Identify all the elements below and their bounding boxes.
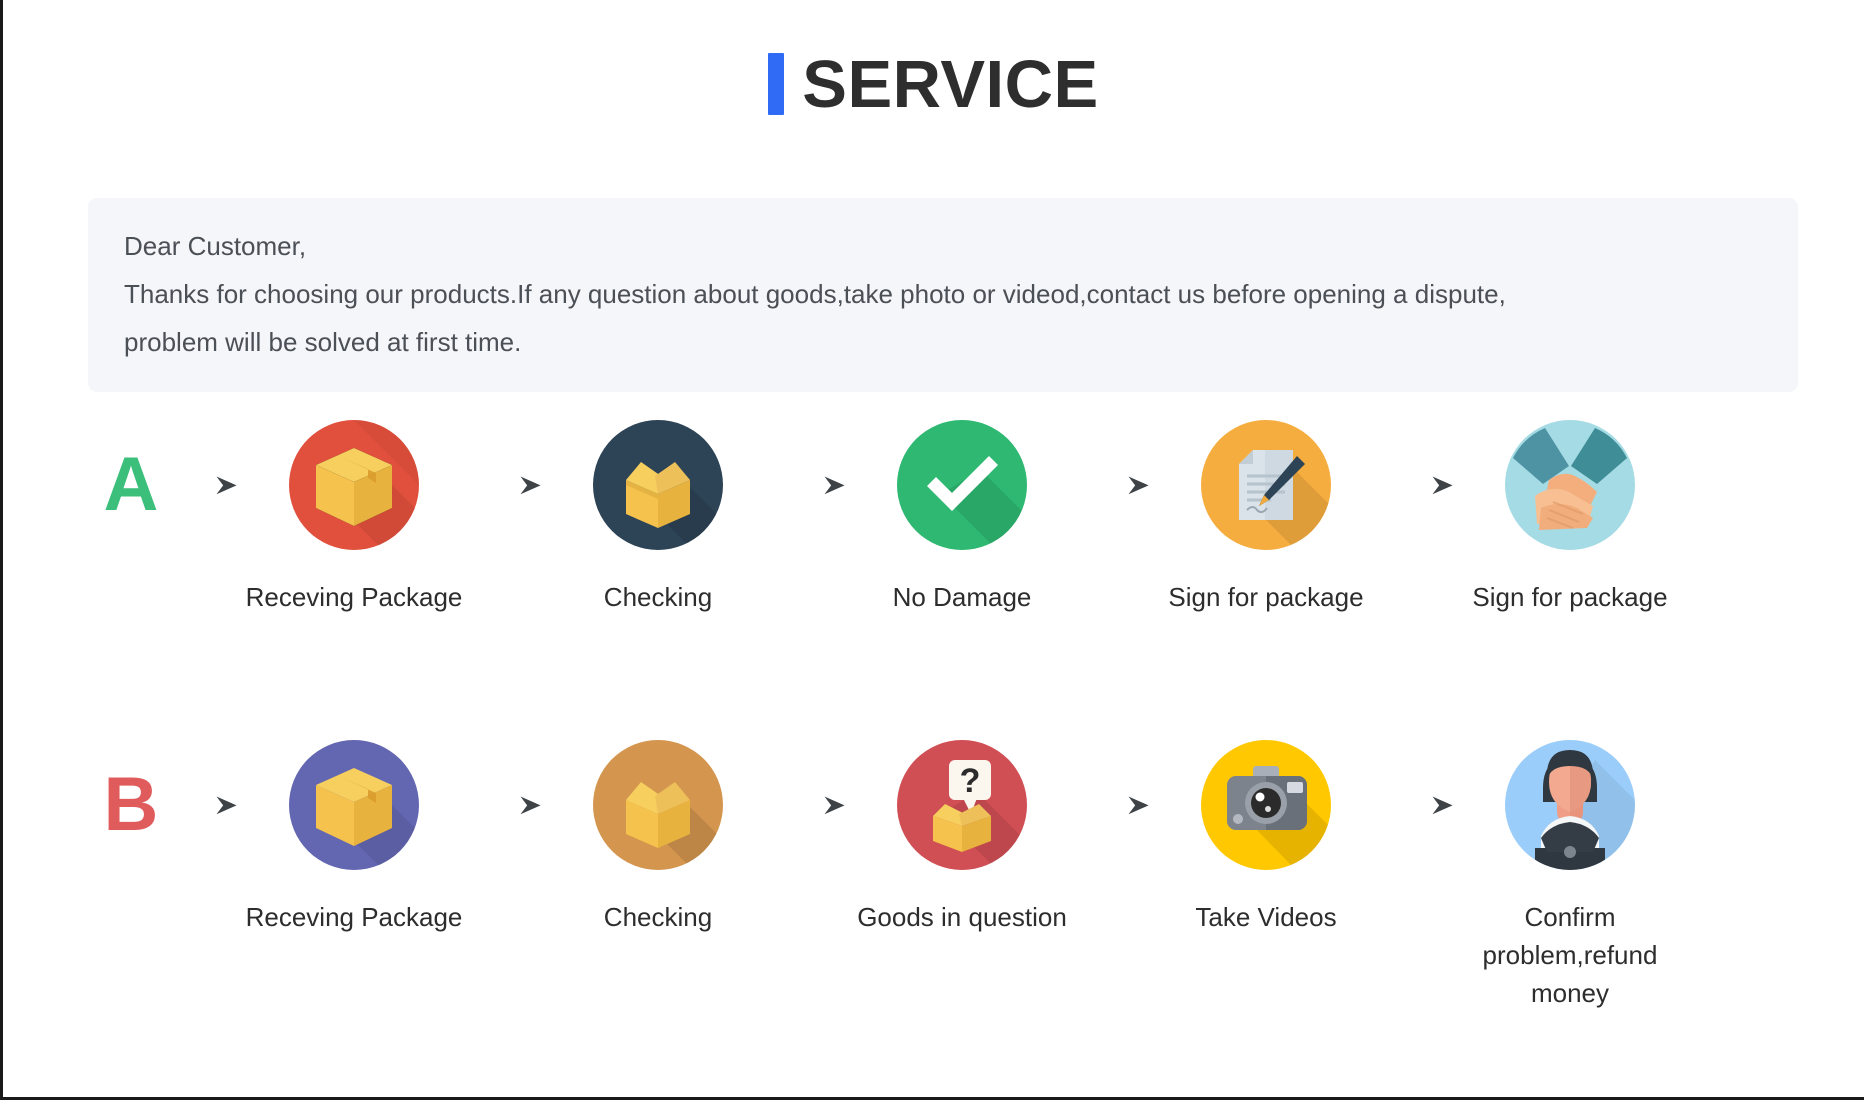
notice-line-body: Thanks for choosing our products.If any … [124, 279, 1506, 309]
package-box-icon [289, 740, 419, 870]
open-box-icon [593, 420, 723, 550]
flow-a-letter: A [103, 442, 159, 527]
svg-text:?: ? [960, 762, 981, 800]
flow-step: No Damage [849, 420, 1075, 616]
flow-step: ? Goods in question [849, 740, 1075, 936]
right-arrow-icon [1379, 420, 1457, 550]
check-mark-icon [897, 420, 1027, 550]
flow-step: Sign for package [1457, 420, 1683, 616]
flow-row-b: B Receving Package Checking ? Goods in q… [3, 740, 1864, 1012]
flow-step: Checking [545, 740, 771, 936]
page-title: SERVICE [802, 46, 1099, 122]
flow-step: Receving Package [241, 420, 467, 616]
right-arrow-icon [1075, 740, 1153, 870]
customer-notice-box: Dear Customer, Thanks for choosing our p… [88, 198, 1798, 392]
document-pen-icon [1201, 420, 1331, 550]
flow-b-letter: B [103, 762, 159, 847]
notice-line-greeting: Dear Customer, [124, 231, 307, 261]
flow-step-label: Checking [603, 902, 713, 932]
flow-step-label: No Damage [892, 582, 1032, 612]
camera-icon [1201, 740, 1331, 870]
right-arrow-icon [1075, 420, 1153, 550]
notice-line-closing: problem will be solved at first time. [124, 327, 522, 357]
handshake-icon [1505, 420, 1635, 550]
flow-step: Receving Package [241, 740, 467, 936]
flow-row-a: A Receving Package Checking No Damage Si… [3, 420, 1864, 616]
flow-step: Confirm problem,refund money [1457, 740, 1683, 1012]
flow-step-label: Confirm problem,refund money [1482, 902, 1658, 1008]
flow-step-label: Sign for package [1168, 582, 1364, 612]
flow-step: Take Videos [1153, 740, 1379, 936]
question-box-icon: ? [897, 740, 1027, 870]
flow-step-label: Goods in question [857, 902, 1067, 932]
right-arrow-icon [163, 740, 241, 870]
flow-step: Sign for package [1153, 420, 1379, 616]
flow-step: Checking [545, 420, 771, 616]
page-header: SERVICE [3, 0, 1864, 120]
service-page: SERVICE Dear Customer, Thanks for choosi… [0, 0, 1864, 1100]
flow-step-label: Sign for package [1472, 582, 1668, 612]
right-arrow-icon [163, 420, 241, 550]
right-arrow-icon [467, 740, 545, 870]
support-person-icon [1505, 740, 1635, 870]
open-box-icon [593, 740, 723, 870]
right-arrow-icon [771, 740, 849, 870]
title-accent-bar [768, 53, 785, 115]
flow-step-label: Receving Package [245, 902, 463, 932]
right-arrow-icon [1379, 740, 1457, 870]
flow-step-label: Receving Package [245, 582, 463, 612]
flow-step-label: Take Videos [1195, 902, 1337, 932]
right-arrow-icon [467, 420, 545, 550]
package-box-icon [289, 420, 419, 550]
flow-step-label: Checking [603, 582, 713, 612]
right-arrow-icon [771, 420, 849, 550]
